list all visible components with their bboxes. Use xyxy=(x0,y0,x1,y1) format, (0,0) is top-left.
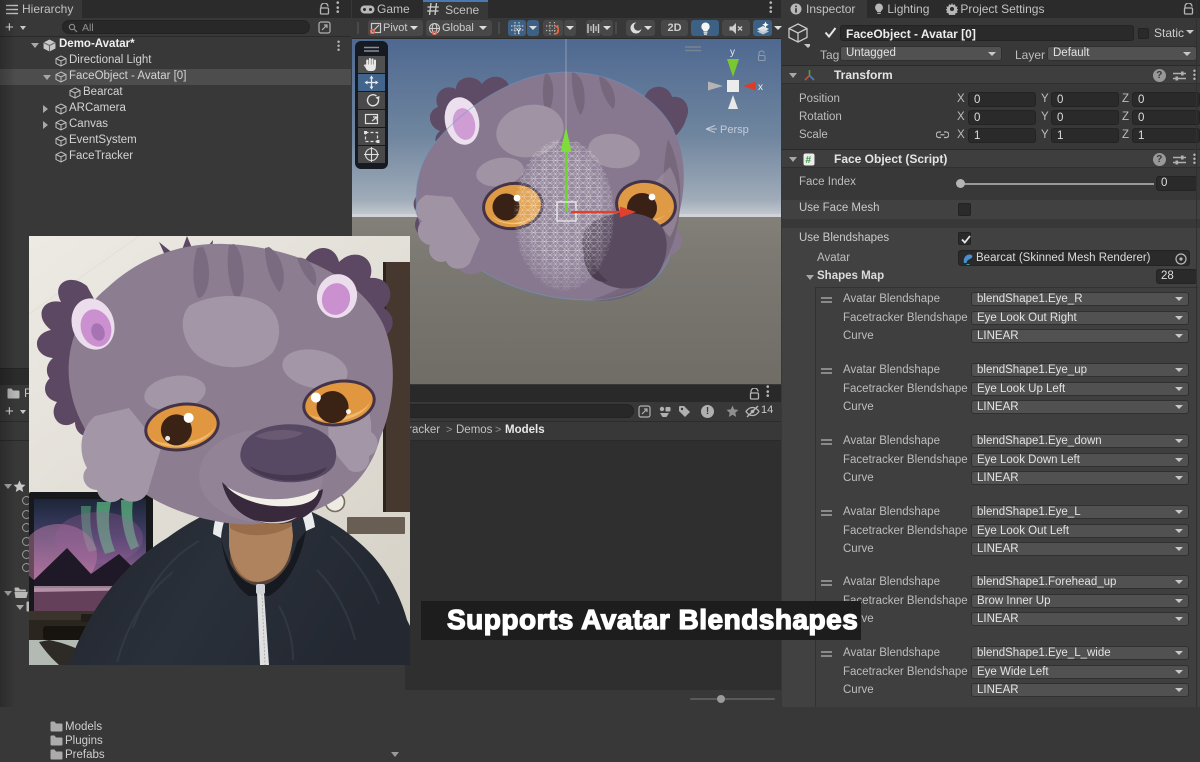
svg-text:#: # xyxy=(806,155,812,166)
svg-text:x: x xyxy=(758,82,763,93)
svg-text:y: y xyxy=(730,47,735,58)
svg-text:Persp: Persp xyxy=(720,124,749,136)
svg-text:Y: Y xyxy=(516,27,522,35)
